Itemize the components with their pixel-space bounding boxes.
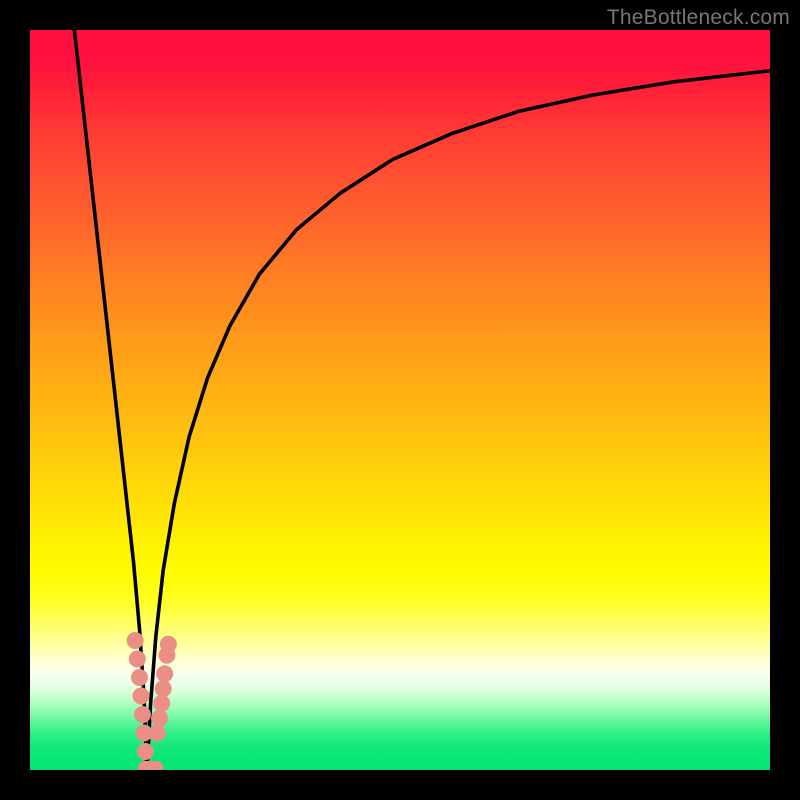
marker-dot: [155, 680, 172, 697]
marker-dot: [151, 710, 168, 727]
marker-dot: [133, 688, 150, 705]
marker-dot: [129, 651, 146, 668]
marker-dot: [127, 632, 144, 649]
marker-dot: [149, 725, 166, 742]
marker-dot: [153, 695, 170, 712]
curve-layer: [30, 30, 770, 770]
watermark-text: TheBottleneck.com: [607, 6, 790, 30]
chart-frame: TheBottleneck.com: [0, 0, 800, 800]
marker-dot: [160, 636, 177, 653]
marker-dot: [137, 743, 154, 760]
marker-bottom-cluster: [138, 761, 163, 770]
right-branch-curve: [147, 71, 770, 770]
marker-dot: [134, 706, 151, 723]
marker-dot: [131, 669, 148, 686]
marker-dot: [156, 665, 173, 682]
plot-area: [30, 30, 770, 770]
